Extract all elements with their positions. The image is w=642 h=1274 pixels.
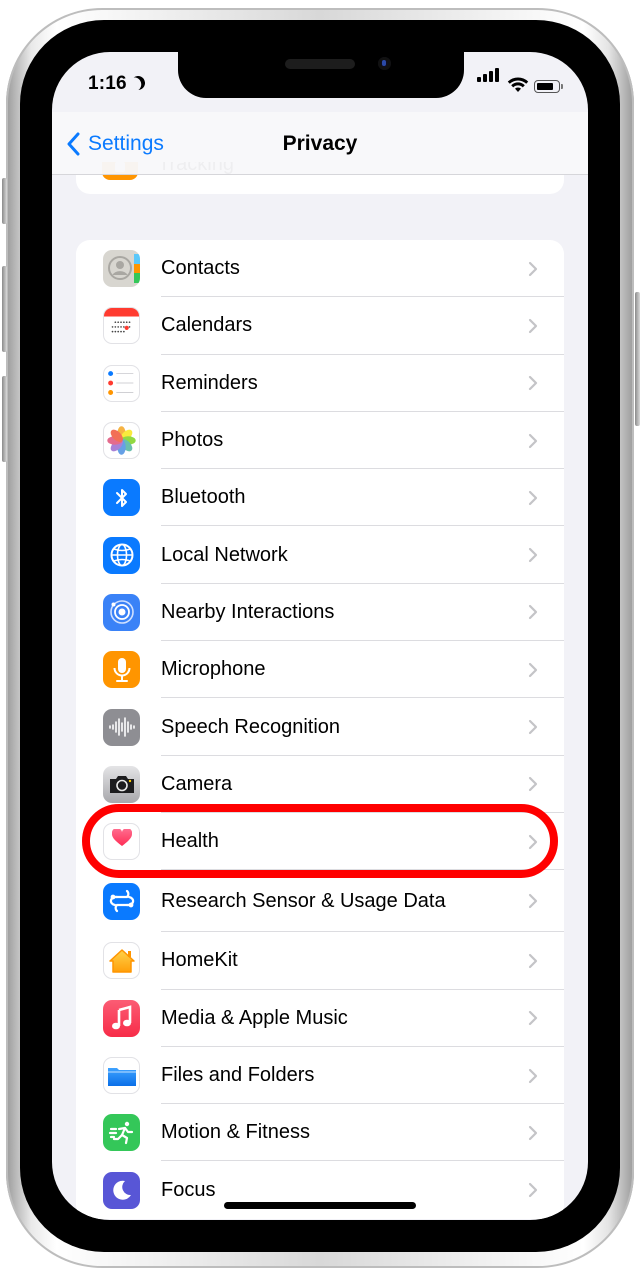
- bluetooth-icon: [103, 479, 140, 517]
- home-icon: [103, 942, 140, 980]
- list-item-photos[interactable]: Photos: [76, 412, 564, 470]
- research-icon: [103, 882, 140, 920]
- reminders-icon: [103, 364, 140, 402]
- list-item-label: Health: [161, 830, 219, 853]
- list-item-bluetooth[interactable]: Bluetooth: [76, 469, 564, 527]
- list-item-research-sensor[interactable]: Research Sensor & Usage Data: [76, 870, 564, 933]
- waveform-icon: [103, 708, 140, 746]
- list-item-camera[interactable]: Camera: [76, 756, 564, 813]
- list-item-files-and-folders[interactable]: Files and Folders: [76, 1047, 564, 1105]
- chevron-right-icon: [528, 433, 538, 448]
- front-camera: [378, 57, 391, 70]
- battery-icon: [534, 80, 563, 93]
- moon-icon: [129, 74, 147, 92]
- list-item-microphone[interactable]: Microphone: [76, 641, 564, 699]
- list-item-label: Reminders: [161, 371, 258, 394]
- list-item-focus[interactable]: Focus: [76, 1161, 564, 1218]
- nearby-interactions-icon: [103, 593, 140, 631]
- screen: 1:16 Settings Privacy Tracking: [52, 52, 588, 1220]
- list-item-motion-fitness[interactable]: Motion & Fitness: [76, 1104, 564, 1162]
- list-item-calendars[interactable]: Calendars: [76, 297, 564, 355]
- heart-icon: [103, 823, 140, 861]
- folder-icon: [103, 1057, 140, 1094]
- chevron-right-icon: [528, 605, 538, 620]
- chevron-right-icon: [528, 1011, 538, 1026]
- list-item-label: Media & Apple Music: [161, 1006, 348, 1029]
- list-item-label: Local Network: [161, 543, 288, 566]
- chevron-right-icon: [528, 834, 538, 849]
- volume-down-button: [2, 376, 7, 462]
- navigation-bar: Settings Privacy: [52, 112, 588, 175]
- list-item-health[interactable]: Health: [76, 813, 564, 871]
- list-item-label: Files and Folders: [161, 1064, 315, 1086]
- page-title: Privacy: [282, 132, 358, 155]
- camera-icon: [103, 765, 140, 803]
- list-item-label: Research Sensor & Usage Data: [161, 889, 446, 912]
- list-item-label: Nearby Interactions: [161, 600, 335, 623]
- chevron-right-icon: [528, 894, 538, 909]
- list-item-homekit[interactable]: HomeKit: [76, 932, 564, 990]
- earpiece-speaker: [285, 59, 355, 69]
- chevron-right-icon: [528, 1125, 538, 1140]
- chevron-right-icon: [528, 1068, 538, 1083]
- moon-icon: [103, 1171, 140, 1209]
- chevron-right-icon: [528, 662, 538, 677]
- microphone-icon: [103, 651, 140, 689]
- chevron-right-icon: [528, 490, 538, 505]
- chevron-right-icon: [528, 777, 538, 792]
- list-item-label: Motion & Fitness: [161, 1121, 310, 1144]
- volume-up-button: [2, 266, 7, 352]
- chevron-right-icon: [528, 261, 538, 276]
- contacts-icon: [103, 250, 140, 288]
- list-item-speech-recognition[interactable]: Speech Recognition: [76, 698, 564, 756]
- chevron-right-icon: [528, 318, 538, 334]
- list-item-label: Bluetooth: [161, 486, 246, 509]
- side-button: [635, 292, 640, 426]
- running-figure-icon: [103, 1114, 140, 1152]
- list-item-label: Focus: [161, 1178, 216, 1201]
- list-item-nearby-interactions[interactable]: Nearby Interactions: [76, 584, 564, 642]
- wifi-icon: [507, 77, 529, 92]
- silent-switch: [2, 178, 7, 224]
- list-item-label: HomeKit: [161, 949, 238, 972]
- status-time: 1:16: [88, 73, 145, 95]
- home-indicator[interactable]: [224, 1202, 416, 1209]
- chevron-right-icon: [528, 548, 538, 563]
- list-item-local-network[interactable]: Local Network: [76, 526, 564, 584]
- list-item-media-apple-music[interactable]: Media & Apple Music: [76, 990, 564, 1047]
- list-item-reminders[interactable]: Reminders: [76, 355, 564, 412]
- list-item-label: Contacts: [161, 257, 240, 280]
- list-item-contacts[interactable]: Contacts: [76, 240, 564, 298]
- list-item-label: Microphone: [161, 658, 266, 681]
- privacy-list: Contacts Calendars Reminders Photos Blue…: [76, 240, 564, 1219]
- chevron-right-icon: [528, 376, 538, 391]
- music-note-icon: [103, 999, 140, 1037]
- list-item-label: Photos: [161, 429, 224, 452]
- list-item-label: Camera: [161, 772, 233, 795]
- chevron-right-icon: [528, 719, 538, 735]
- calendar-icon: [103, 307, 140, 345]
- list-item-label: Speech Recognition: [161, 715, 341, 738]
- chevron-right-icon: [528, 953, 538, 969]
- globe-icon: [103, 536, 140, 574]
- notch: [178, 52, 464, 98]
- chevron-right-icon: [528, 1182, 538, 1198]
- list-item-label: Calendars: [161, 314, 253, 337]
- time-text: 1:16: [88, 73, 127, 94]
- photos-icon: [103, 422, 140, 460]
